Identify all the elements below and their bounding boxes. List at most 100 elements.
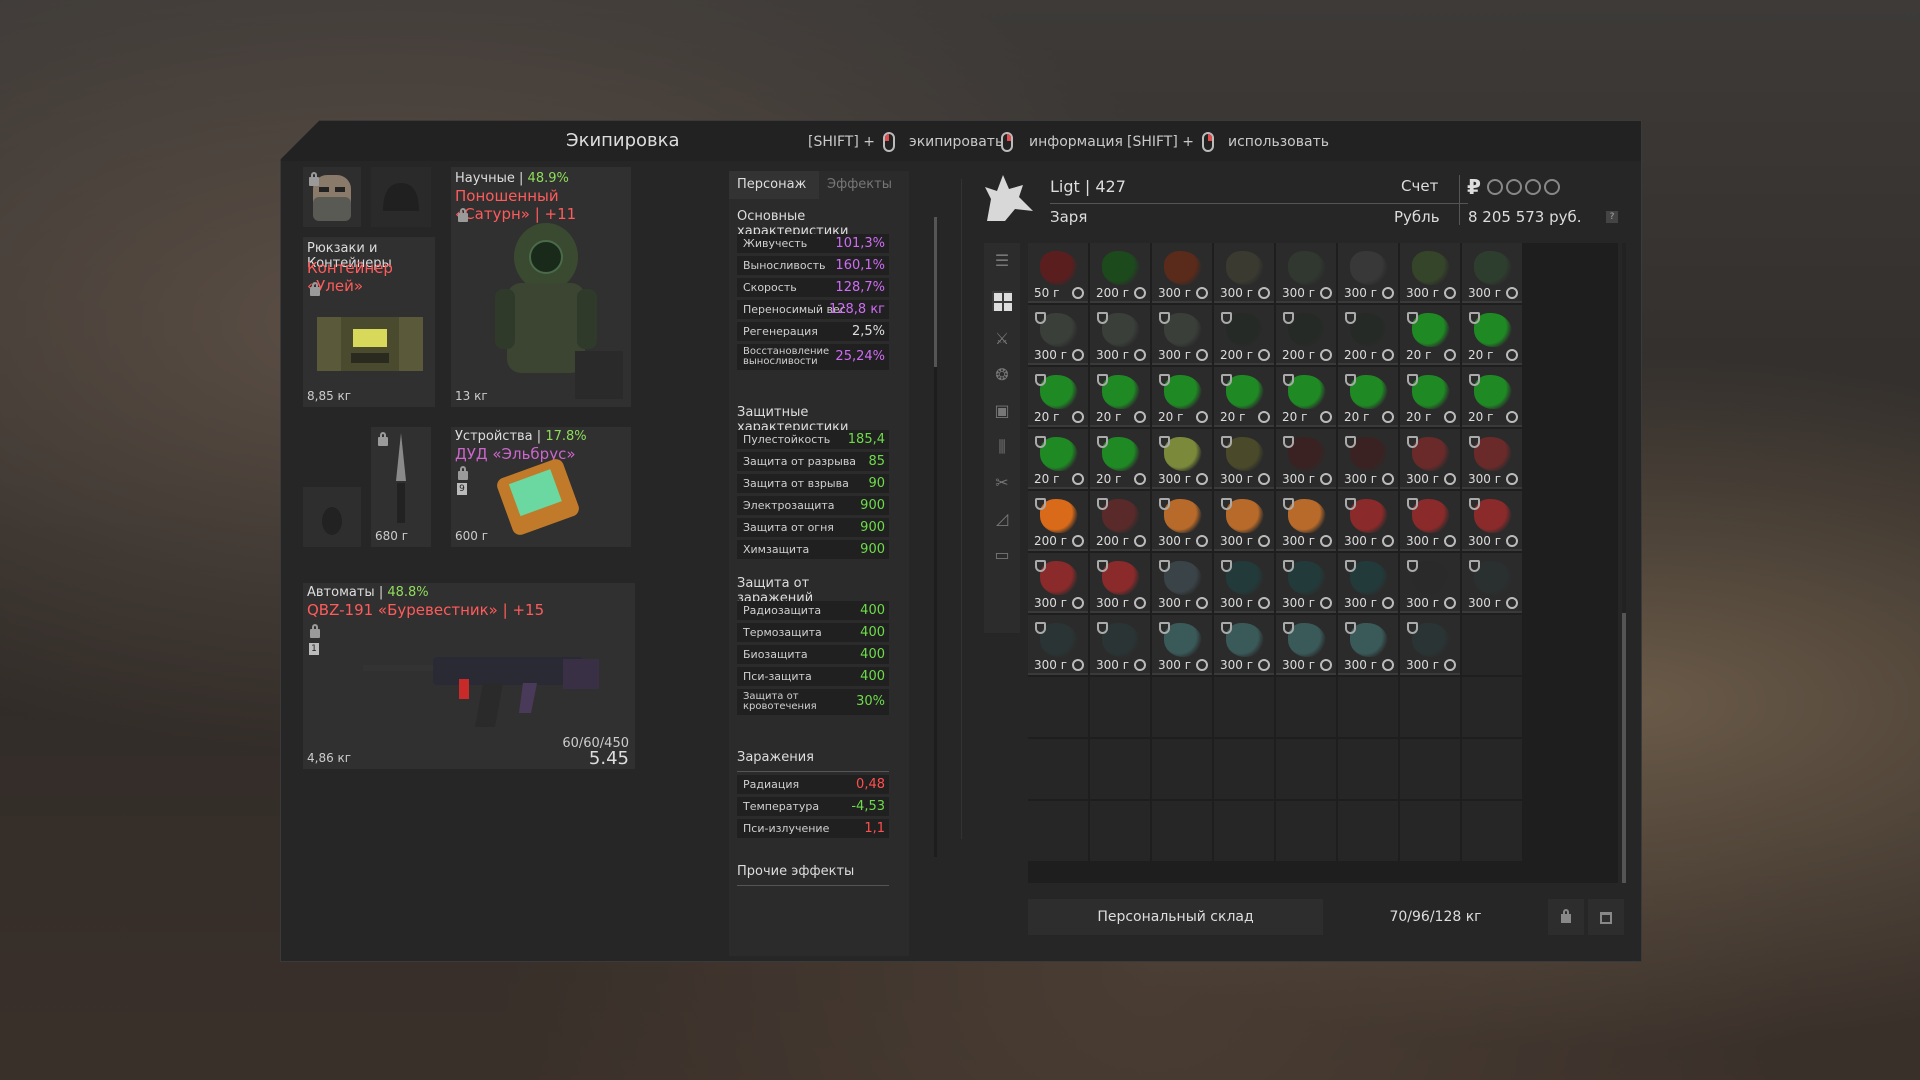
- inventory-cell[interactable]: 300 г: [1276, 615, 1336, 675]
- artifact-subslot[interactable]: [575, 351, 623, 399]
- armor-slot[interactable]: Научные | 48.9% Поношенный «Сатурн» | +1…: [451, 167, 631, 407]
- lock-button[interactable]: [1548, 899, 1584, 935]
- inventory-cell[interactable]: 300 г: [1276, 553, 1336, 613]
- inventory-cell[interactable]: 200 г: [1338, 305, 1398, 365]
- device-slot[interactable]: Устройства | 17.8% ДУД «Эльбрус» 9 600 г: [451, 427, 631, 547]
- inventory-cell[interactable]: 300 г: [1338, 491, 1398, 551]
- inventory-cell[interactable]: 300 г: [1028, 305, 1088, 365]
- token-currency-icon[interactable]: [1525, 179, 1541, 195]
- empty-inventory-cell[interactable]: [1214, 677, 1274, 737]
- trash-button[interactable]: [1588, 899, 1624, 935]
- inventory-cell[interactable]: 300 г: [1462, 243, 1522, 303]
- inventory-cell[interactable]: 300 г: [1028, 615, 1088, 675]
- empty-inventory-cell[interactable]: [1400, 801, 1460, 861]
- inventory-cell[interactable]: 300 г: [1090, 553, 1150, 613]
- empty-inventory-cell[interactable]: [1276, 801, 1336, 861]
- inventory-cell[interactable]: 20 г: [1338, 367, 1398, 427]
- inventory-cell[interactable]: 300 г: [1276, 243, 1336, 303]
- inventory-cell[interactable]: 200 г: [1214, 305, 1274, 365]
- knife-slot[interactable]: 680 г: [371, 427, 431, 547]
- filter-misc-icon[interactable]: ◿: [992, 509, 1012, 529]
- inventory-cell[interactable]: 20 г: [1276, 367, 1336, 427]
- gear-currency-icon[interactable]: [1487, 179, 1503, 195]
- inventory-cell[interactable]: 300 г: [1338, 243, 1398, 303]
- inventory-cell[interactable]: 300 г: [1152, 491, 1212, 551]
- inventory-cell[interactable]: 20 г: [1090, 367, 1150, 427]
- inventory-cell[interactable]: 300 г: [1276, 491, 1336, 551]
- empty-inventory-cell[interactable]: [1462, 615, 1522, 675]
- voucher-currency-icon[interactable]: [1544, 179, 1560, 195]
- empty-inventory-cell[interactable]: [1152, 801, 1212, 861]
- empty-inventory-cell[interactable]: [1400, 677, 1460, 737]
- filter-tools-icon[interactable]: ✂: [992, 473, 1012, 493]
- empty-inventory-cell[interactable]: [1338, 677, 1398, 737]
- inventory-scroll-thumb[interactable]: [1622, 613, 1626, 883]
- inventory-cell[interactable]: 300 г: [1152, 243, 1212, 303]
- empty-inventory-cell[interactable]: [1028, 677, 1088, 737]
- inventory-cell[interactable]: 300 г: [1152, 615, 1212, 675]
- inventory-cell[interactable]: 300 г: [1462, 429, 1522, 489]
- coin-currency-icon[interactable]: [1506, 179, 1522, 195]
- empty-inventory-cell[interactable]: [1028, 801, 1088, 861]
- inventory-cell[interactable]: 300 г: [1214, 615, 1274, 675]
- inventory-cell[interactable]: 20 г: [1462, 367, 1522, 427]
- inventory-cell[interactable]: 300 г: [1400, 243, 1460, 303]
- backpack-slot[interactable]: Рюкзаки и Контейнеры Контейнер «Улей» 8,…: [303, 237, 435, 407]
- empty-inventory-cell[interactable]: [1214, 739, 1274, 799]
- inventory-cell[interactable]: 20 г: [1090, 429, 1150, 489]
- inventory-cell[interactable]: 50 г: [1028, 243, 1088, 303]
- face-slot[interactable]: [303, 167, 361, 227]
- inventory-cell[interactable]: 300 г: [1462, 491, 1522, 551]
- inventory-cell[interactable]: 300 г: [1400, 553, 1460, 613]
- empty-inventory-cell[interactable]: [1400, 739, 1460, 799]
- inventory-cell[interactable]: 20 г: [1400, 305, 1460, 365]
- inventory-cell[interactable]: 200 г: [1090, 243, 1150, 303]
- inventory-cell[interactable]: 300 г: [1152, 429, 1212, 489]
- filter-artifacts-icon[interactable]: ❂: [992, 365, 1012, 385]
- inventory-cell[interactable]: 20 г: [1152, 367, 1212, 427]
- filter-armor-icon[interactable]: ▣: [992, 401, 1012, 421]
- stats-scrollbar[interactable]: [934, 217, 937, 857]
- inventory-cell[interactable]: 200 г: [1276, 305, 1336, 365]
- empty-inventory-cell[interactable]: [1276, 677, 1336, 737]
- inventory-cell[interactable]: 300 г: [1214, 243, 1274, 303]
- empty-inventory-cell[interactable]: [1090, 739, 1150, 799]
- inventory-cell[interactable]: 300 г: [1400, 615, 1460, 675]
- inventory-cell[interactable]: 300 г: [1338, 429, 1398, 489]
- empty-inventory-cell[interactable]: [1338, 801, 1398, 861]
- tab-character[interactable]: Персонаж: [729, 171, 819, 199]
- stats-scroll-thumb[interactable]: [934, 217, 937, 367]
- inventory-cell[interactable]: 20 г: [1400, 367, 1460, 427]
- inventory-cell[interactable]: 300 г: [1214, 429, 1274, 489]
- helmet-slot[interactable]: [371, 167, 431, 227]
- filter-all-icon[interactable]: [992, 291, 1012, 311]
- empty-inventory-cell[interactable]: [1090, 801, 1150, 861]
- filter-ammo-icon[interactable]: ⫼: [992, 437, 1012, 457]
- inventory-cell[interactable]: 300 г: [1090, 305, 1150, 365]
- inventory-cell[interactable]: 20 г: [1028, 367, 1088, 427]
- tab-effects[interactable]: Эффекты: [819, 171, 909, 199]
- inventory-cell[interactable]: 20 г: [1028, 429, 1088, 489]
- empty-inventory-cell[interactable]: [1462, 677, 1522, 737]
- empty-inventory-cell[interactable]: [1462, 739, 1522, 799]
- inventory-cell[interactable]: 300 г: [1152, 553, 1212, 613]
- inventory-cell[interactable]: 300 г: [1214, 553, 1274, 613]
- empty-inventory-cell[interactable]: [1338, 739, 1398, 799]
- empty-inventory-cell[interactable]: [1090, 677, 1150, 737]
- inventory-cell[interactable]: 300 г: [1152, 305, 1212, 365]
- inventory-cell[interactable]: 20 г: [1214, 367, 1274, 427]
- filter-weapons-icon[interactable]: ⚔: [992, 329, 1012, 349]
- inventory-cell[interactable]: 300 г: [1338, 553, 1398, 613]
- empty-inventory-cell[interactable]: [1276, 739, 1336, 799]
- inventory-cell[interactable]: 300 г: [1028, 553, 1088, 613]
- inventory-cell[interactable]: 300 г: [1400, 429, 1460, 489]
- inventory-cell[interactable]: 300 г: [1400, 491, 1460, 551]
- inventory-cell[interactable]: 200 г: [1028, 491, 1088, 551]
- weapon-slot[interactable]: Автоматы | 48.8% QBZ-191 «Буревестник» |…: [303, 583, 635, 769]
- inventory-cell[interactable]: 200 г: [1090, 491, 1150, 551]
- inventory-cell[interactable]: 20 г: [1462, 305, 1522, 365]
- empty-inventory-cell[interactable]: [1028, 739, 1088, 799]
- inventory-scrollbar[interactable]: [1622, 243, 1626, 883]
- inventory-cell[interactable]: 300 г: [1090, 615, 1150, 675]
- empty-inventory-cell[interactable]: [1462, 801, 1522, 861]
